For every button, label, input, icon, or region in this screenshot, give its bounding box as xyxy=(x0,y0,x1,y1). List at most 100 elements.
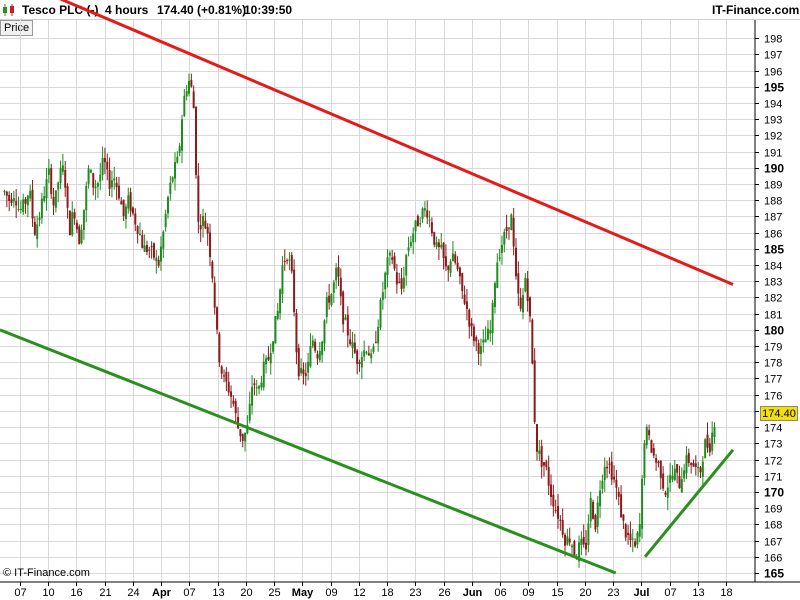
last-price-badge: 174.40 xyxy=(760,406,798,421)
candle-down xyxy=(220,366,223,374)
candle-up xyxy=(59,168,62,184)
candle-down xyxy=(648,430,651,436)
x-tick-label: 26 xyxy=(438,587,450,599)
candle-down xyxy=(24,199,27,204)
candle-down xyxy=(353,342,356,353)
candle-up xyxy=(363,350,366,357)
candle-down xyxy=(561,519,564,535)
candle-up xyxy=(449,261,452,273)
candle-up xyxy=(176,156,179,163)
candle-down xyxy=(346,314,349,336)
candle-down xyxy=(295,313,298,353)
x-tick-label: 18 xyxy=(720,587,732,599)
candle-up xyxy=(12,198,15,202)
candle-down xyxy=(73,212,76,219)
candle-up xyxy=(713,427,716,437)
candle-up xyxy=(40,198,43,219)
candle-up xyxy=(402,277,405,289)
candle-up xyxy=(80,229,83,244)
candle-down xyxy=(629,533,632,541)
candle-up xyxy=(701,461,704,477)
candle-down xyxy=(620,494,623,518)
candle-down xyxy=(283,260,286,263)
x-tick-label: 06 xyxy=(494,587,506,599)
candle-down xyxy=(507,227,510,229)
candle-down xyxy=(458,267,461,277)
candle-down xyxy=(470,323,473,327)
candle-up xyxy=(566,536,569,545)
candle-up xyxy=(38,217,41,220)
candle-down xyxy=(547,467,550,486)
candle-down xyxy=(557,506,560,519)
candle-down xyxy=(615,479,618,488)
candle-down xyxy=(10,199,13,204)
candle-up xyxy=(309,346,312,367)
candle-up xyxy=(381,292,384,300)
candle-down xyxy=(433,232,436,245)
candle-down xyxy=(461,273,464,292)
price-chart[interactable]: 1651661671681691701711721731741751761771… xyxy=(0,0,800,600)
candle-up xyxy=(603,466,606,481)
candle-up xyxy=(489,330,492,334)
candle-down xyxy=(634,541,637,547)
candle-down xyxy=(447,266,450,271)
x-tick-label: 07 xyxy=(183,587,195,599)
candle-down xyxy=(337,267,340,277)
y-tick-label: 185 xyxy=(764,243,784,257)
candle-up xyxy=(524,277,527,292)
y-tick-label: 189 xyxy=(764,180,782,192)
candle-down xyxy=(103,158,106,163)
candle-down xyxy=(15,201,18,206)
candle-up xyxy=(166,197,169,214)
y-tick-label: 179 xyxy=(764,342,782,354)
candle-down xyxy=(239,429,242,437)
x-tick-label: 23 xyxy=(409,587,421,599)
candle-up xyxy=(281,265,284,294)
x-tick-label: 13 xyxy=(692,587,704,599)
candle-up xyxy=(386,257,389,275)
candle-up xyxy=(300,368,303,374)
y-tick-label: 173 xyxy=(764,439,782,451)
candle-down xyxy=(430,222,433,234)
y-tick-label: 187 xyxy=(764,212,782,224)
candle-up xyxy=(330,294,333,306)
candle-up xyxy=(440,244,443,248)
candle-down xyxy=(573,541,576,556)
candle-down xyxy=(234,401,237,414)
candle-down xyxy=(227,381,230,393)
candle-up xyxy=(178,146,181,154)
candle-up xyxy=(288,259,291,261)
x-tick-label: 15 xyxy=(551,587,563,599)
candle-down xyxy=(286,260,289,262)
candle-up xyxy=(419,223,422,225)
candle-down xyxy=(241,433,244,441)
candle-up xyxy=(571,545,574,548)
candle-up xyxy=(335,267,338,281)
candle-down xyxy=(517,273,520,294)
candle-down xyxy=(232,400,235,404)
trendlines xyxy=(0,0,735,575)
candle-down xyxy=(564,534,567,546)
candle-up xyxy=(82,209,85,231)
candle-up xyxy=(183,95,186,117)
candle-down xyxy=(536,424,538,452)
candle-up xyxy=(669,474,672,483)
candle-down xyxy=(624,524,627,538)
candle-up xyxy=(599,490,602,507)
candle-up xyxy=(683,470,686,479)
candle-down xyxy=(213,282,216,308)
candle-up xyxy=(171,177,174,182)
y-tick-label: 177 xyxy=(764,374,782,386)
candle-up xyxy=(377,326,380,344)
candle-up xyxy=(360,357,363,368)
candle-down xyxy=(664,492,667,495)
candle-up xyxy=(54,190,57,208)
candle-up xyxy=(323,320,326,344)
candle-down xyxy=(594,515,597,530)
candle-down xyxy=(230,391,233,397)
y-tick-label: 171 xyxy=(764,472,782,484)
candle-up xyxy=(255,387,258,389)
x-tick-label: 23 xyxy=(607,587,619,599)
candle-down xyxy=(267,356,270,360)
candle-up xyxy=(99,174,102,182)
